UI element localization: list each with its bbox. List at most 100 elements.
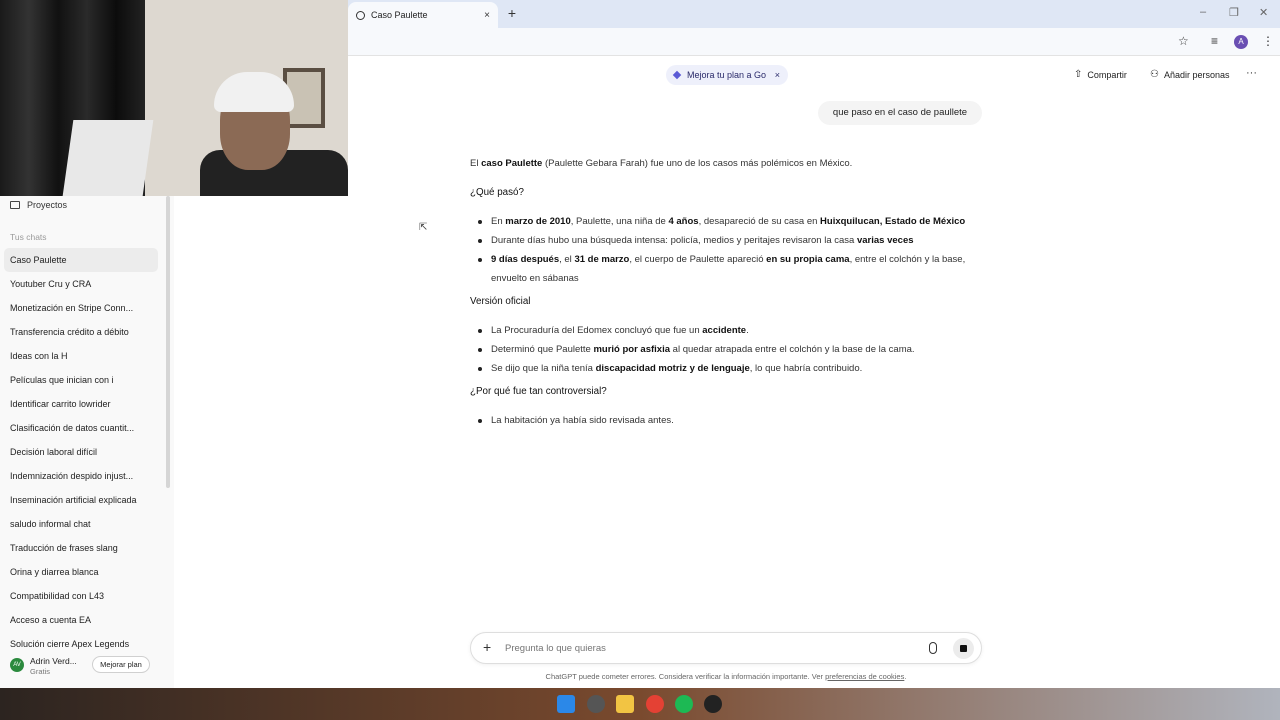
text: La habitación ya había sido revisada ant… xyxy=(491,415,674,426)
chat-item[interactable]: Clasificación de datos cuantit... xyxy=(4,416,158,440)
chat-item[interactable]: Inseminación artificial explicada xyxy=(4,488,158,512)
user-account[interactable]: AV Adrin Verd... Gratis Mejorar plan xyxy=(0,652,174,688)
chat-item[interactable]: Decisión laboral difícil xyxy=(4,440,158,464)
spotify-icon[interactable] xyxy=(675,695,693,713)
upgrade-promo-pill[interactable]: Mejora tu plan a Go × xyxy=(666,65,788,85)
tab-close-icon[interactable]: × xyxy=(484,10,490,21)
chrome-icon[interactable] xyxy=(646,695,664,713)
text: Durante días hubo una búsqueda intensa: … xyxy=(491,235,857,246)
bold-text: discapacidad motriz y de lenguaje xyxy=(595,363,750,374)
disclaimer-end: . xyxy=(904,672,907,681)
app-icon[interactable] xyxy=(704,695,722,713)
user-name: Adrin Verd... xyxy=(30,656,77,666)
more-options-icon[interactable]: ··· xyxy=(1246,67,1257,79)
tab-search-icon[interactable]: ≡ xyxy=(1211,34,1218,48)
intro-text: El xyxy=(470,158,482,169)
answer-heading: Versión oficial xyxy=(470,296,531,307)
folder-icon xyxy=(10,201,20,209)
text: , el xyxy=(559,254,575,265)
text: La Procuraduría del Edomex concluyó que … xyxy=(491,325,703,336)
text: al quedar atrapada entre el colchón y la… xyxy=(670,344,915,355)
chat-item[interactable]: Traducción de frases slang xyxy=(4,536,158,560)
intro-bold: caso Paulette xyxy=(481,158,543,169)
bold-text: Huixquilucan, Estado de México xyxy=(820,216,966,227)
stop-icon xyxy=(960,645,967,652)
close-window-button[interactable]: ✕ xyxy=(1259,6,1268,19)
promo-close-icon[interactable]: × xyxy=(775,70,780,80)
chat-item[interactable]: Orina y diarrea blanca xyxy=(4,560,158,584)
add-people-label: Añadir personas xyxy=(1163,69,1230,80)
answer-list-item: En marzo de 2010, Paulette, una niña de … xyxy=(470,212,980,231)
file-explorer-icon[interactable] xyxy=(616,695,634,713)
diamond-icon xyxy=(672,70,682,80)
text: Determinó que Paulette xyxy=(491,344,594,355)
chat-item[interactable]: saludo informal chat xyxy=(4,512,158,536)
browser-tab[interactable]: Caso Paulette × xyxy=(348,2,498,28)
user-message: que paso en el caso de paullete xyxy=(818,101,982,125)
stop-button[interactable] xyxy=(953,638,974,659)
mouse-cursor-icon: ⇱ xyxy=(419,222,428,233)
star-icon[interactable]: ☆ xyxy=(1178,34,1189,48)
answer-list: La habitación ya había sido revisada ant… xyxy=(470,411,980,430)
intro-text: (Paulette Gebara Farah) fue uno de los c… xyxy=(542,158,853,169)
text: . xyxy=(746,325,749,336)
prompt-input[interactable] xyxy=(505,640,905,656)
share-button[interactable]: ⇧ Compartir xyxy=(1074,69,1127,80)
bold-text: 31 de marzo xyxy=(574,254,630,265)
composer: + xyxy=(470,632,982,664)
webcam-laptop xyxy=(62,120,154,196)
answer-heading: ¿Qué pasó? xyxy=(470,187,524,198)
bold-text: murió por asfixia xyxy=(593,344,671,355)
text: Se dijo que la niña tenía xyxy=(491,363,596,374)
tab-title: Caso Paulette xyxy=(371,10,428,20)
answer-heading: ¿Por qué fue tan controversial? xyxy=(470,386,607,397)
browser-menu-icon[interactable]: ⋮ xyxy=(1262,34,1274,48)
chat-item[interactable]: Indemnización despido injust... xyxy=(4,464,158,488)
add-people-button[interactable]: ⚇ Añadir personas xyxy=(1150,69,1230,80)
answer-list: En marzo de 2010, Paulette, una niña de … xyxy=(470,212,980,288)
cookie-preferences-link[interactable]: preferencias de cookies xyxy=(825,672,904,681)
answer-list-item: Se dijo que la niña tenía discapacidad m… xyxy=(470,359,980,378)
add-person-icon: ⚇ xyxy=(1150,69,1159,80)
maximize-button[interactable]: ❐ xyxy=(1229,6,1239,19)
attach-plus-icon[interactable]: + xyxy=(483,639,491,655)
bold-text: 4 años xyxy=(668,216,699,227)
chat-item[interactable]: Ideas con la H xyxy=(4,344,158,368)
answer-list-item: La habitación ya había sido revisada ant… xyxy=(470,411,980,430)
share-label: Compartir xyxy=(1087,69,1127,80)
answer-sections: ¿Qué pasó? En marzo de 2010, Paulette, un… xyxy=(470,183,980,430)
chat-item[interactable]: Youtuber Cru y CRA xyxy=(4,272,158,296)
answer-list-item: Durante días hubo una búsqueda intensa: … xyxy=(470,231,980,250)
text: , lo que habría contribuido. xyxy=(749,363,863,374)
chats-section-label: Tus chats xyxy=(10,232,47,242)
sidebar-projects[interactable]: Proyectos xyxy=(10,200,67,210)
windows-start-icon[interactable] xyxy=(557,695,575,713)
assistant-answer: El caso Paulette (Paulette Gebara Farah)… xyxy=(470,154,980,434)
share-icon: ⇧ xyxy=(1074,69,1083,80)
new-tab-button[interactable]: + xyxy=(504,5,520,21)
answer-list-item: Determinó que Paulette murió por asfixia… xyxy=(470,340,980,359)
search-icon[interactable] xyxy=(587,695,605,713)
chat-item[interactable]: Acceso a cuenta EA xyxy=(4,608,158,632)
taskbar xyxy=(0,688,1280,720)
bold-text: 9 días después xyxy=(491,254,560,265)
chat-item[interactable]: Compatibilidad con L43 xyxy=(4,584,158,608)
minimize-button[interactable]: – xyxy=(1200,6,1206,18)
sidebar-scrollbar[interactable] xyxy=(166,196,170,488)
disclaimer-text: ChatGPT puede cometer errores. Considera… xyxy=(545,672,826,681)
avatar[interactable]: AV xyxy=(10,658,24,672)
projects-label: Proyectos xyxy=(27,200,68,210)
disclaimer: ChatGPT puede cometer errores. Considera… xyxy=(470,672,982,681)
chat-item[interactable]: Identificar carrito lowrider xyxy=(4,392,158,416)
answer-list-item: 9 días después, el 31 de marzo, el cuerp… xyxy=(470,250,980,288)
chat-list: Caso Paulette Youtuber Cru y CRA Monetiz… xyxy=(4,248,158,656)
profile-avatar[interactable]: A xyxy=(1234,35,1248,49)
chat-item[interactable]: Monetización en Stripe Conn... xyxy=(4,296,158,320)
chat-item[interactable]: Transferencia crédito a débito xyxy=(4,320,158,344)
upgrade-plan-button[interactable]: Mejorar plan xyxy=(92,656,150,673)
bold-text: en su propia cama xyxy=(766,254,850,265)
chat-item[interactable]: Películas que inician con i xyxy=(4,368,158,392)
bold-text: varias veces xyxy=(856,235,914,246)
chat-item[interactable]: Caso Paulette xyxy=(4,248,158,272)
microphone-icon[interactable] xyxy=(929,642,937,654)
